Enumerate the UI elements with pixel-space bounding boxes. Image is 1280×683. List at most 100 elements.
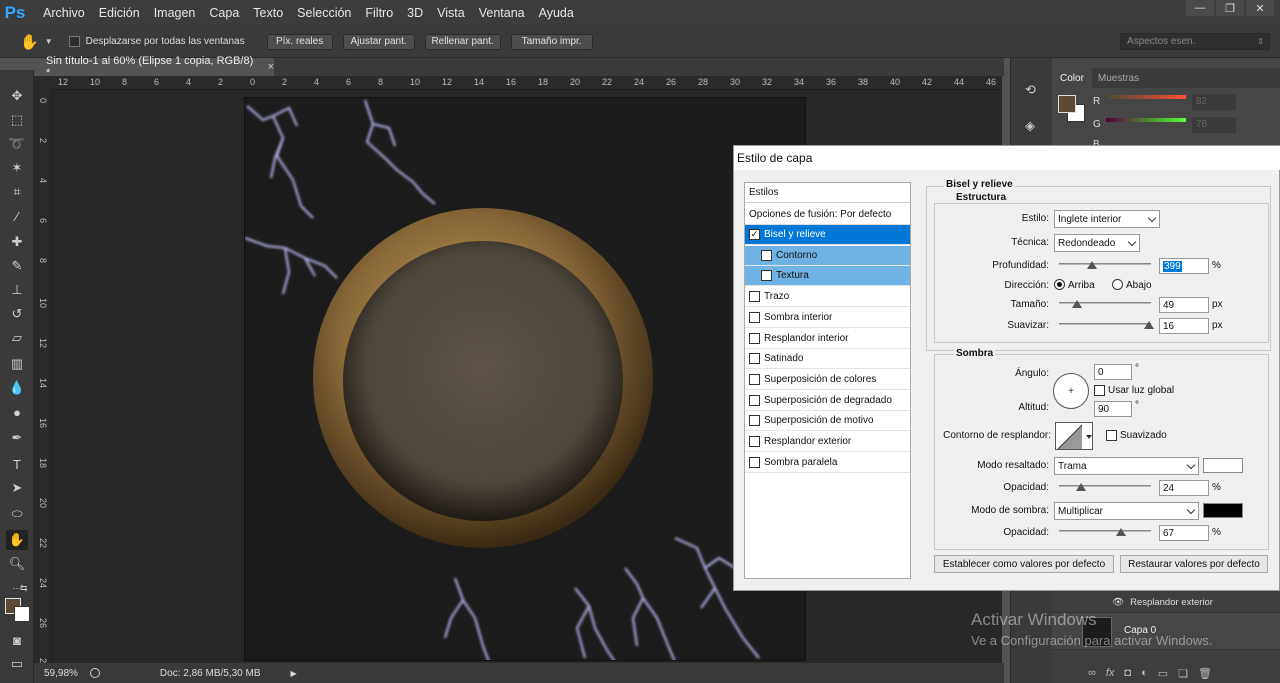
technique-select[interactable]: Redondeado <box>1054 234 1140 252</box>
marquee-tool-icon[interactable]: ⬚ <box>6 110 28 130</box>
scroll-all-windows-checkbox[interactable] <box>68 36 80 47</box>
gloss-contour-picker[interactable] <box>1055 422 1093 450</box>
size-slider[interactable] <box>1059 300 1151 308</box>
style-item-checkbox[interactable] <box>761 270 772 282</box>
folder-icon[interactable]: ▭ <box>1158 667 1168 680</box>
menu-vista[interactable]: Vista <box>430 6 472 20</box>
menu-capa[interactable]: Capa <box>202 6 246 20</box>
dodge-tool-icon[interactable]: ● <box>6 402 28 422</box>
new-layer-icon[interactable]: ❏ <box>1178 667 1188 680</box>
r-channel-value[interactable]: 82 <box>1192 94 1236 110</box>
style-item-checkbox[interactable] <box>749 332 760 344</box>
layer-effect-row[interactable]: 👁︎ Resplandor exterior <box>1112 594 1280 610</box>
style-item[interactable]: Contorno <box>745 245 910 266</box>
style-item[interactable]: Resplandor exterior <box>745 432 910 452</box>
r-channel-slider[interactable] <box>1106 95 1186 99</box>
menu-edicion[interactable]: Edición <box>92 6 147 20</box>
shadow-opacity-slider[interactable] <box>1059 528 1151 536</box>
pen-tool-icon[interactable]: ✒ <box>6 428 28 448</box>
zoom-level[interactable]: 59,98% <box>44 668 78 679</box>
style-item[interactable]: Superposición de colores <box>745 370 910 390</box>
tab-close-icon[interactable]: × <box>268 61 274 73</box>
direction-down-label[interactable]: Abajo <box>1126 280 1152 291</box>
fx-icon[interactable]: fx <box>1106 667 1115 679</box>
zoom-tool-icon[interactable]: 🔍︎ <box>6 554 28 574</box>
style-item-checkbox[interactable] <box>749 373 760 385</box>
minimize-button[interactable]: — <box>1186 0 1214 16</box>
menu-texto[interactable]: Texto <box>246 6 290 20</box>
style-item-checkbox[interactable] <box>749 394 760 406</box>
depth-input[interactable]: 399 <box>1159 258 1209 274</box>
style-item-checkbox[interactable] <box>749 353 760 365</box>
path-selection-tool-icon[interactable]: ➤ <box>6 478 28 498</box>
style-item[interactable]: Trazo <box>745 287 910 308</box>
panel-fg-swatch[interactable] <box>1058 95 1076 113</box>
style-item-checkbox[interactable] <box>749 415 760 427</box>
document-canvas[interactable] <box>244 97 806 661</box>
global-light-checkbox[interactable] <box>1094 385 1105 396</box>
depth-slider-thumb[interactable] <box>1087 261 1098 269</box>
menu-imagen[interactable]: Imagen <box>147 6 203 20</box>
history-brush-tool-icon[interactable]: ↺ <box>6 304 28 324</box>
style-item[interactable]: Sombra interior <box>745 308 910 328</box>
highlight-opacity-thumb[interactable] <box>1076 483 1087 491</box>
reset-default-button[interactable]: Restaurar valores por defecto <box>1120 555 1268 573</box>
history-panel-icon[interactable]: ⟲ <box>1025 82 1036 98</box>
menu-3d[interactable]: 3D <box>400 6 430 20</box>
gradient-tool-icon[interactable]: ▥ <box>6 354 28 374</box>
antialias-label[interactable]: Suavizado <box>1120 430 1167 441</box>
style-item[interactable]: Resplandor interior <box>745 329 910 349</box>
healing-brush-tool-icon[interactable]: ✚ <box>6 232 28 252</box>
style-item[interactable]: Superposición de degradado <box>745 391 910 411</box>
status-info-icon[interactable] <box>89 668 100 678</box>
ellipse-tool-icon[interactable]: ⬭ <box>6 504 28 524</box>
set-default-button[interactable]: Establecer como valores por defecto <box>934 555 1114 573</box>
style-item-checkbox[interactable]: ✓ <box>749 229 760 240</box>
crop-tool-icon[interactable]: ⌗ <box>6 182 28 202</box>
depth-slider[interactable] <box>1059 261 1151 269</box>
direction-up-label[interactable]: Arriba <box>1068 280 1095 291</box>
shadow-opacity-thumb[interactable] <box>1115 528 1126 536</box>
screen-mode-icon[interactable]: ▭ <box>6 654 28 674</box>
fit-screen-button[interactable]: Ajustar pant. <box>342 33 415 50</box>
size-slider-thumb[interactable] <box>1072 300 1083 308</box>
hand-tool-icon[interactable]: ✋ <box>20 33 39 51</box>
adjustment-icon[interactable]: ◐ <box>1141 667 1148 679</box>
tool-preset-chevron-icon[interactable]: ▼ <box>45 37 53 46</box>
hand-tool-active-icon[interactable]: ✋ <box>6 530 28 550</box>
style-item[interactable]: ✓ Bisel y relieve <box>745 225 910 245</box>
highlight-opacity-input[interactable]: 24 <box>1159 480 1209 496</box>
soften-slider-thumb[interactable] <box>1144 321 1155 329</box>
styles-header[interactable]: Estilos <box>745 183 910 203</box>
menu-ayuda[interactable]: Ayuda <box>532 6 581 20</box>
type-tool-icon[interactable]: T <box>6 454 28 474</box>
brush-tool-icon[interactable]: ✎ <box>6 256 28 276</box>
g-channel-slider[interactable] <box>1106 118 1186 122</box>
style-item-checkbox[interactable] <box>761 249 772 261</box>
style-item[interactable]: Textura <box>745 266 910 287</box>
quick-mask-icon[interactable]: ◙ <box>6 630 28 650</box>
shadow-opacity-input[interactable]: 67 <box>1159 525 1209 541</box>
antialias-checkbox[interactable] <box>1106 430 1117 441</box>
link-icon[interactable]: ∞ <box>1088 667 1096 679</box>
soften-input[interactable]: 16 <box>1159 318 1209 334</box>
altitude-input[interactable]: 90 <box>1094 401 1132 417</box>
menu-seleccion[interactable]: Selección <box>290 6 358 20</box>
style-item-checkbox[interactable] <box>749 311 760 323</box>
shadow-color-swatch[interactable] <box>1203 503 1243 518</box>
quick-selection-tool-icon[interactable]: ✶ <box>6 158 28 178</box>
print-size-button[interactable]: Tamaño impr. <box>510 33 593 50</box>
status-arrow-icon[interactable]: ▶ <box>291 669 297 678</box>
mask-icon[interactable]: ◘ <box>1124 667 1131 679</box>
lasso-tool-icon[interactable]: ➰ <box>6 134 28 154</box>
blur-tool-icon[interactable]: 💧 <box>6 378 28 398</box>
trash-icon[interactable]: 🗑︎ <box>1198 667 1212 680</box>
style-item-checkbox[interactable] <box>749 456 760 468</box>
menu-ventana[interactable]: Ventana <box>472 6 532 20</box>
visibility-eye-icon[interactable]: 👁︎ <box>1112 597 1124 608</box>
angle-dial[interactable]: + <box>1053 373 1089 409</box>
fill-screen-button[interactable]: Rellenar pant. <box>424 33 501 50</box>
document-tab[interactable]: Sin título-1 al 60% (Elipse 1 copia, RGB… <box>34 55 274 79</box>
shadow-mode-select[interactable]: Multiplicar <box>1054 502 1199 520</box>
highlight-opacity-slider[interactable] <box>1059 483 1151 491</box>
